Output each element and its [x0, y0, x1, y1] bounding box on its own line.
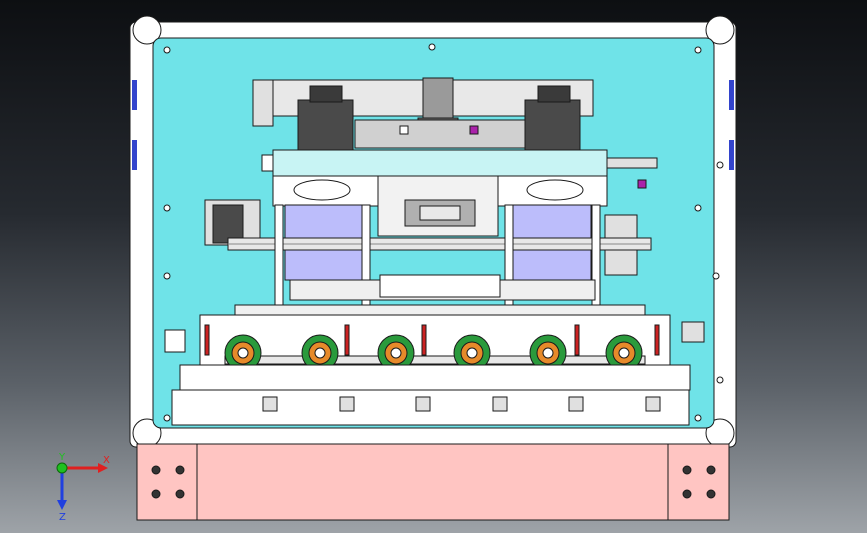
cad-model-svg[interactable]: X Y Z: [0, 0, 867, 533]
graphics-viewport[interactable]: X Y Z: [0, 0, 867, 533]
upper-plate: [261, 149, 658, 177]
y-axis-dot: [56, 462, 68, 474]
cross-rail: [227, 237, 652, 251]
pink-base: [136, 443, 730, 521]
x-axis-label: X: [103, 455, 110, 466]
base-plate: [171, 364, 691, 426]
y-axis-label: Y: [58, 452, 66, 463]
z-axis-label: Z: [59, 512, 66, 523]
reference-triad: X Y Z: [56, 452, 110, 523]
